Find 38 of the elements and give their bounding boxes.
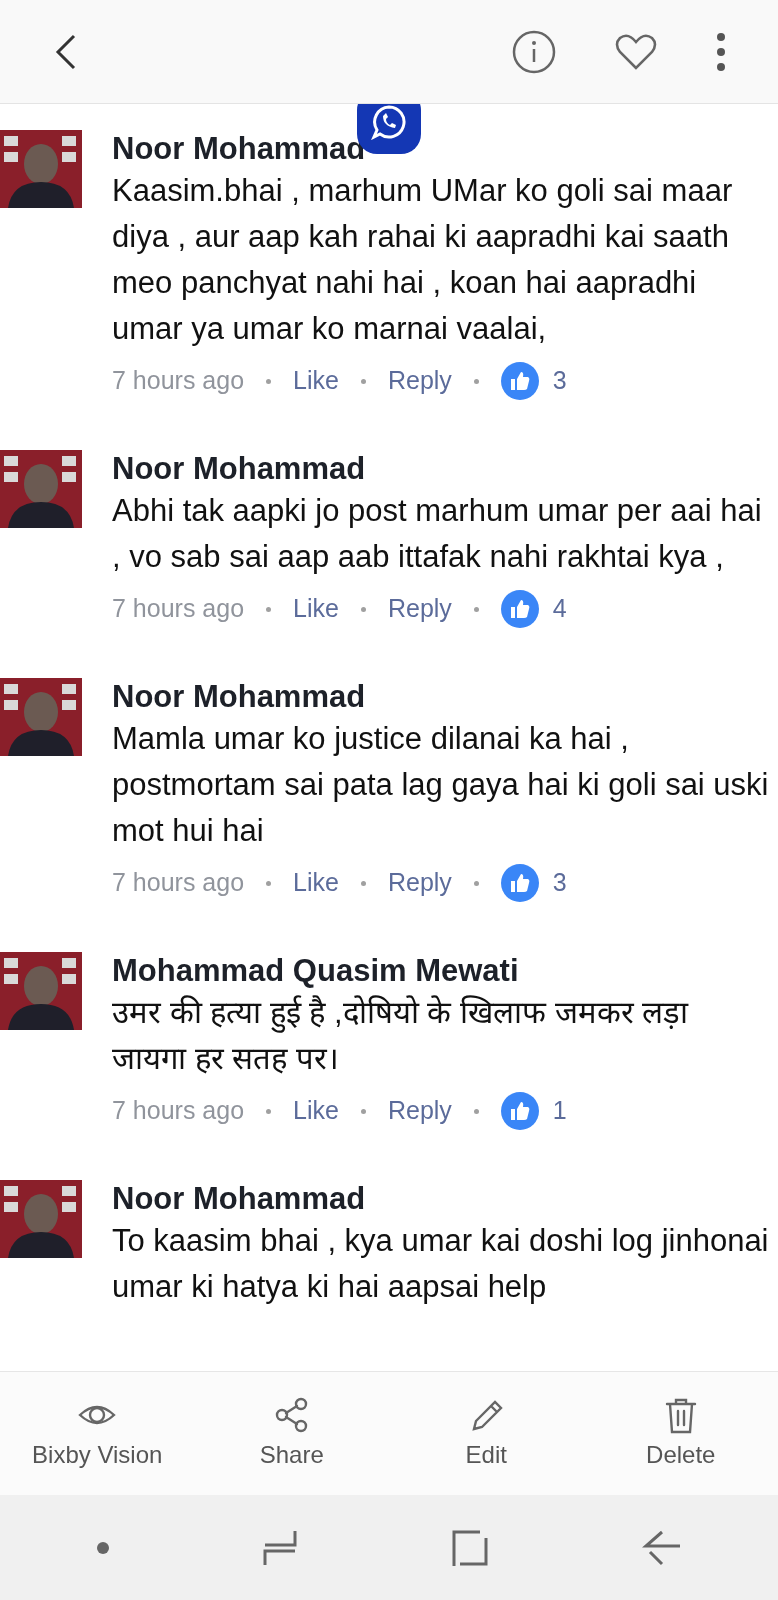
- toolbar-action[interactable]: Bixby Vision: [0, 1394, 195, 1473]
- reaction-count: 3: [552, 365, 567, 397]
- comment-text: Kaasim.bhai , marhum UMar ko goli sai maar diya , aur aap kah rahai ki aapradhi kai saath meo panchyat nahi hai , koan hai aapradhi umar ya umar ko marnai vaalai,: [112, 172, 734, 348]
- like-link[interactable]: Like: [293, 1092, 339, 1130]
- like-link[interactable]: Like: [293, 362, 339, 400]
- reaction-count: 4: [552, 593, 567, 625]
- comment-text: Mamla umar ko justice dilanai ka hai , postmortam sai pata lag gaya hai ki goli sai uski mot hui hai: [112, 720, 770, 850]
- toolbar-action[interactable]: Share: [194, 1394, 389, 1473]
- chat-bubble-icon: [371, 104, 407, 140]
- comment-text: To kaasim bhai , kya umar kai doshi log jinhonai umar ki hatya ki hai aapsai help: [112, 1222, 770, 1306]
- reaction-count: 1: [552, 1095, 567, 1127]
- comment-text: Abhi tak aapki jo post marhum umar per aai hai , vo sab sai aap aab ittafak nahi rakhtai kya ,: [112, 492, 763, 576]
- timestamp: 7 hours ago: [112, 365, 245, 397]
- more-icon[interactable]: [716, 31, 726, 72]
- timestamp: 7 hours ago: [112, 593, 245, 625]
- thumbs-up-icon: [500, 1092, 539, 1130]
- timestamp: 7 hours ago: [112, 867, 245, 899]
- author-name[interactable]: Mohammad Quasim Mewati: [112, 952, 770, 990]
- author-name[interactable]: Noor Mohammad: [112, 678, 770, 716]
- author-name[interactable]: Noor Mohammad: [112, 130, 770, 168]
- like-link[interactable]: Like: [293, 590, 339, 628]
- author-name[interactable]: Noor Mohammad: [112, 1180, 770, 1218]
- thumbs-up-icon: [500, 590, 539, 628]
- reply-link[interactable]: Reply: [387, 1092, 452, 1130]
- reply-link[interactable]: Reply: [387, 362, 452, 400]
- thumbs-up-icon: [500, 362, 539, 400]
- like-link[interactable]: Like: [293, 864, 339, 902]
- thumbs-up-icon: [500, 864, 539, 902]
- reply-link[interactable]: Reply: [387, 864, 452, 902]
- author-name[interactable]: Noor Mohammad: [112, 450, 770, 488]
- comment-text: उमर की हत्या हुई है ,दोषियो के खिलाफ जमकर लड़ा जायगा हर सतह पर।: [112, 994, 690, 1078]
- timestamp: 7 hours ago: [112, 1095, 245, 1127]
- toolbar-action[interactable]: Delete: [583, 1394, 778, 1473]
- dot-icon[interactable]: [96, 1540, 110, 1555]
- info-icon[interactable]: [512, 29, 556, 74]
- toolbar-action[interactable]: Edit: [389, 1394, 584, 1473]
- reaction-count: 3: [552, 867, 567, 899]
- reply-link[interactable]: Reply: [387, 590, 452, 628]
